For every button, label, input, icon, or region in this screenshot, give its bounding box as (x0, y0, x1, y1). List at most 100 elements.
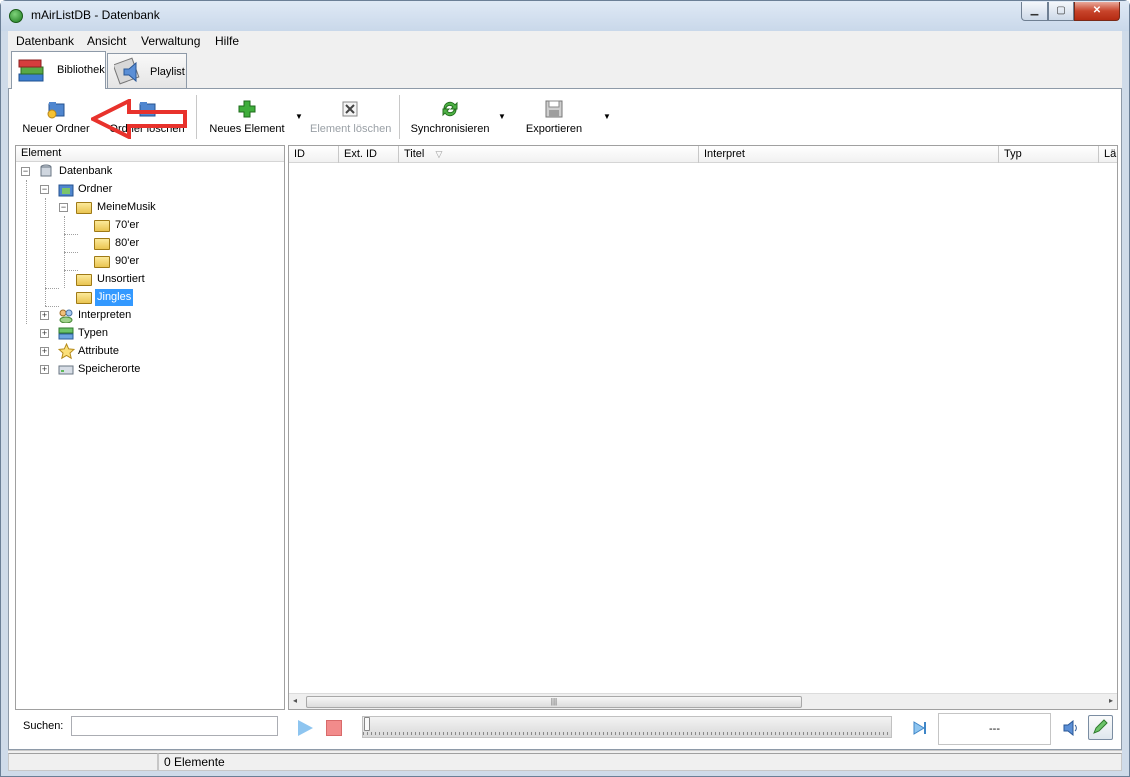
column-ext-id[interactable]: Ext. ID (339, 146, 399, 163)
menu-hilfe[interactable]: Hilfe (215, 34, 239, 48)
tree-line (64, 252, 78, 253)
sort-indicator-icon: ▽ (435, 149, 443, 159)
expand-toggle[interactable]: + (40, 311, 49, 320)
seek-bar[interactable] (362, 716, 892, 738)
new-element-button[interactable]: Neues Element (208, 95, 286, 139)
new-folder-button[interactable]: Neuer Ordner (17, 95, 95, 139)
tree-node-ordner[interactable]: − Ordner (40, 181, 240, 198)
tree-line (45, 198, 46, 306)
tree-node-unsortiert[interactable]: Unsortiert (59, 271, 209, 288)
tree-node-speicherorte[interactable]: + Speicherorte (40, 361, 240, 378)
tab-bibliothek-label: Bibliothek (57, 64, 105, 76)
tree-node-label: Datenbank (59, 165, 113, 177)
folder-tree[interactable]: Element − Datenbank − Ordner − MeineMusi… (15, 145, 285, 710)
menu-verwaltung[interactable]: Verwaltung (141, 34, 200, 48)
tree-node-label: 80'er (115, 237, 140, 249)
delete-icon (342, 101, 358, 117)
export-dropdown[interactable]: ▼ (603, 112, 611, 121)
column-id[interactable]: ID (289, 146, 339, 163)
tab-bibliothek[interactable]: Bibliothek (11, 51, 106, 89)
edit-mode-button[interactable] (1088, 715, 1113, 740)
tree-node-70er[interactable]: 70'er (78, 217, 228, 234)
plus-icon (238, 100, 256, 118)
menu-bar: Datenbank Ansicht Verwaltung Hilfe (8, 31, 1122, 50)
play-icon[interactable] (298, 720, 313, 736)
column-interpret[interactable]: Interpret (699, 146, 999, 163)
maximize-button[interactable]: ▢ (1048, 2, 1074, 21)
window-title: mAirListDB - Datenbank (31, 8, 160, 22)
tree-node-label: Ordner (78, 183, 113, 195)
column-typ[interactable]: Typ (999, 146, 1099, 163)
delete-element-button[interactable]: Element löschen (310, 95, 392, 139)
tree-node-label: Attribute (78, 345, 119, 357)
new-folder-icon (47, 102, 65, 119)
volume-icon[interactable] (1062, 720, 1080, 736)
stop-icon[interactable] (326, 720, 342, 736)
status-cell-empty (8, 753, 158, 771)
tree-node-label: Interpreten (78, 309, 132, 321)
menu-ansicht[interactable]: Ansicht (87, 34, 126, 48)
column-laenge[interactable]: Län (1099, 146, 1117, 163)
tree-node-90er[interactable]: 90'er (78, 253, 228, 270)
tab-playlist-label: Playlist (150, 66, 185, 78)
pencil-icon (1093, 719, 1108, 734)
tree-node-label: 90'er (115, 255, 140, 267)
export-button[interactable]: Exportieren (516, 95, 592, 139)
speaker-icon (114, 57, 140, 85)
folder-icon (76, 274, 92, 286)
tree-node-80er[interactable]: 80'er (78, 235, 228, 252)
sync-button[interactable]: Synchronisieren (409, 95, 491, 139)
people-icon (59, 309, 73, 323)
toolbar-separator (399, 95, 400, 139)
search-input[interactable] (71, 716, 278, 736)
tree-node-label: Typen (78, 327, 108, 339)
column-titel-label: Titel (404, 148, 425, 160)
minimize-button[interactable]: ▁ (1021, 2, 1048, 21)
horizontal-scrollbar[interactable]: ◂ ||| ▸ (289, 693, 1117, 709)
drive-icon (58, 365, 74, 375)
books-icon (18, 59, 44, 82)
skip-next-icon[interactable] (912, 720, 928, 736)
sync-dropdown[interactable]: ▼ (498, 112, 506, 121)
collapse-toggle[interactable]: − (59, 203, 68, 212)
tree-node-datenbank[interactable]: − Datenbank (21, 163, 221, 180)
app-logo-icon (9, 9, 23, 23)
tree-node-label: Unsortiert (97, 273, 145, 285)
new-element-label: Neues Element (209, 123, 285, 135)
new-element-dropdown[interactable]: ▼ (295, 112, 303, 121)
scroll-right-icon[interactable]: ▸ (1109, 696, 1113, 705)
expand-toggle[interactable]: + (40, 329, 49, 338)
export-label: Exportieren (525, 123, 583, 135)
tree-node-meinemusik[interactable]: − MeineMusik (59, 199, 259, 216)
tree-header: Element (16, 146, 284, 162)
scrollbar-thumb[interactable]: ||| (306, 696, 802, 708)
folder-icon (94, 256, 110, 268)
scroll-left-icon[interactable]: ◂ (293, 696, 297, 705)
collapse-toggle[interactable]: − (21, 167, 30, 176)
folder-icon (76, 292, 92, 304)
expand-toggle[interactable]: + (40, 365, 49, 374)
seek-handle[interactable] (364, 717, 370, 731)
tree-line (26, 180, 27, 324)
menu-datenbank[interactable]: Datenbank (16, 34, 74, 48)
column-titel[interactable]: Titel ▽ (399, 146, 699, 163)
close-button[interactable]: ✕ (1074, 2, 1120, 21)
tree-node-attribute[interactable]: + Attribute (40, 343, 240, 360)
delete-element-label: Element löschen (310, 123, 392, 135)
red-arrow-annotation (91, 99, 187, 139)
title-bar[interactable]: mAirListDB - Datenbank ▁ ▢ ✕ (1, 1, 1129, 31)
floppy-disk-icon (545, 100, 563, 118)
tree-node-jingles[interactable]: Jingles (59, 289, 209, 306)
tree-node-typen[interactable]: + Typen (40, 325, 240, 342)
tree-node-interpreten[interactable]: + Interpreten (40, 307, 240, 324)
expand-toggle[interactable]: + (40, 347, 49, 356)
tree-node-label-selected: Jingles (95, 289, 134, 306)
element-grid[interactable]: ID Ext. ID Titel ▽ Interpret Typ Län ◂ |… (288, 145, 1118, 710)
time-display: --- (938, 713, 1051, 745)
grid-header: ID Ext. ID Titel ▽ Interpret Typ Län (289, 146, 1117, 163)
tree-line (64, 234, 78, 235)
tab-playlist[interactable]: Playlist (107, 53, 187, 89)
search-label: Suchen: (23, 720, 64, 732)
collapse-toggle[interactable]: − (40, 185, 49, 194)
status-element-count: 0 Elemente (158, 753, 1122, 771)
